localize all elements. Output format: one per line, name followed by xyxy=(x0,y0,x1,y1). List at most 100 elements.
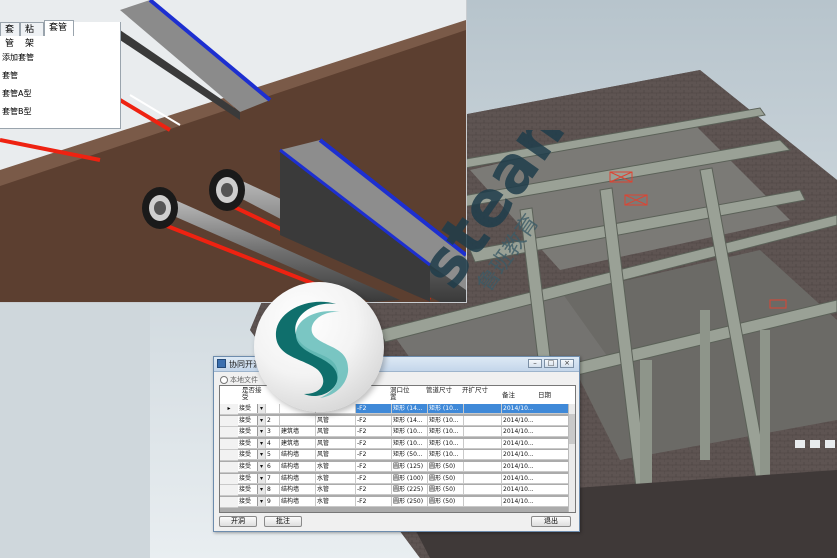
table-row[interactable]: 接受7结构墙水管-F2圆形 (100)圆形 (50) 2014/10... xyxy=(220,473,569,485)
table-row[interactable]: 接受4建筑墙风管-F2矩形 (10...矩形 (10...2014/10... xyxy=(220,438,569,450)
cell-size: 圆形 (250) xyxy=(392,496,428,507)
row-header[interactable] xyxy=(220,438,239,450)
palette-item-add-sleeve[interactable]: 添加套管 xyxy=(2,52,34,63)
steam-watermark: steam 鲁班教育 xyxy=(405,130,592,290)
cell-date: 2014/10... xyxy=(502,462,569,472)
cell-num: 9 xyxy=(266,496,280,507)
annotate-button[interactable]: 批注 xyxy=(264,516,302,527)
cell-pipe: 水管 xyxy=(316,496,356,507)
cell-pos: -F2 xyxy=(356,450,392,461)
cell-size: 圆形 (125) xyxy=(392,462,428,472)
row-header[interactable] xyxy=(220,415,239,427)
cell-status[interactable]: 接受 xyxy=(238,427,266,438)
maximize-icon[interactable]: □ xyxy=(544,359,558,368)
cell-status[interactable]: 接受 xyxy=(238,485,266,496)
cell-ext: 矩形 (10... xyxy=(428,415,464,426)
table-row[interactable]: 接受8结构墙水管-F2圆形 (225)圆形 (50) 2014/10... xyxy=(220,485,569,497)
cell-note xyxy=(464,404,502,414)
cell-type: 建筑墙 xyxy=(280,427,316,438)
table-row[interactable]: 接受9结构墙水管-F2圆形 (250)圆形 (50) 2014/10... xyxy=(220,496,569,508)
cell-type: 结构墙 xyxy=(280,473,316,484)
cell-size: 圆形 (225) xyxy=(392,485,428,496)
cell-ext: 矩形 (10... xyxy=(428,438,464,449)
row-header[interactable] xyxy=(220,450,239,462)
col-note: 备注 xyxy=(502,391,515,399)
exit-button[interactable]: 退出 xyxy=(531,516,571,527)
cell-size: 矩形 (50... xyxy=(392,450,428,461)
palette-item-sleeve[interactable]: 套管 xyxy=(2,70,18,81)
cell-num: 5 xyxy=(266,450,280,461)
row-header[interactable] xyxy=(220,473,239,485)
minimize-icon[interactable]: – xyxy=(528,359,542,368)
cell-status[interactable]: 接受 xyxy=(238,496,266,507)
col-date: 日期 xyxy=(538,391,551,399)
col-ext-size: 开扩尺寸 xyxy=(462,386,488,394)
palette-tab-sleeve[interactable]: 套管 xyxy=(44,20,74,36)
table-row[interactable]: 接受3建筑墙风管-F2矩形 (10...矩形 (10...2014/10... xyxy=(220,427,569,439)
cell-ext: 圆形 (50) xyxy=(428,462,464,472)
cell-note xyxy=(464,462,502,472)
cell-size: 矩形 (10... xyxy=(392,427,428,438)
cell-size: 矩形 (14... xyxy=(392,404,428,414)
close-icon[interactable]: × xyxy=(560,359,574,368)
row-header[interactable] xyxy=(220,485,239,497)
palette-item-sleeve-a[interactable]: 套管A型 xyxy=(2,88,31,99)
cell-note xyxy=(464,485,502,496)
row-header[interactable] xyxy=(220,496,239,508)
cell-status[interactable]: 接受 xyxy=(238,438,266,449)
cell-size: 圆形 (100) xyxy=(392,473,428,484)
cell-type: 结构墙 xyxy=(280,462,316,472)
cell-pipe: 风管 xyxy=(316,438,356,449)
cell-date: 2014/10... xyxy=(502,485,569,496)
cell-status[interactable]: 接受 xyxy=(238,415,266,426)
table-row[interactable]: 接受6结构墙水管-F2圆形 (125)圆形 (50) 2014/10... xyxy=(220,462,569,473)
scroll-thumb[interactable] xyxy=(569,414,575,444)
palette-tab-1[interactable]: 套管 xyxy=(0,22,20,49)
cell-pipe: 风管 xyxy=(316,427,356,438)
cell-type: 结构墙 xyxy=(280,496,316,507)
sleeve-tool-palette: 套管 粘架 套管 添加套管 套管 套管A型 套管B型 xyxy=(0,20,121,129)
cell-ext: 圆形 (50) xyxy=(428,473,464,484)
radio-icon xyxy=(220,376,228,384)
cell-status[interactable]: 接受 xyxy=(238,462,266,472)
col-position: 洞口位置 xyxy=(390,386,410,401)
cell-status[interactable]: 接受 xyxy=(238,473,266,484)
cell-note xyxy=(464,415,502,426)
cell-pos: -F2 xyxy=(356,485,392,496)
cell-type: 结构墙 xyxy=(280,485,316,496)
cell-date: 2014/10... xyxy=(502,496,569,507)
cell-note xyxy=(464,496,502,507)
cell-pipe: 水管 xyxy=(316,462,356,472)
cell-num: 2 xyxy=(266,415,280,426)
cell-ext: 矩形 (10... xyxy=(428,404,464,414)
scope-radio[interactable]: 本地文件 xyxy=(220,375,258,385)
app-icon xyxy=(217,359,226,368)
table-row[interactable]: 接受5结构墙风管-F2矩形 (50...矩形 (10... 2014/10... xyxy=(220,450,569,462)
brand-logo xyxy=(254,282,384,412)
cell-pipe: 风管 xyxy=(316,450,356,461)
cell-note xyxy=(464,450,502,461)
cell-ext: 圆形 (50) xyxy=(428,496,464,507)
cell-pos: -F2 xyxy=(356,415,392,426)
open-button[interactable]: 开洞 xyxy=(219,516,257,527)
palette-tab-2[interactable]: 粘架 xyxy=(20,22,44,49)
cell-num: 4 xyxy=(266,438,280,449)
palette-item-sleeve-b[interactable]: 套管B型 xyxy=(2,106,32,117)
cell-num: 7 xyxy=(266,473,280,484)
cell-num: 3 xyxy=(266,427,280,438)
cell-date: 2014/10... xyxy=(502,438,569,449)
cell-pipe: 水管 xyxy=(316,485,356,496)
cell-date: 2014/10... xyxy=(502,427,569,438)
cell-status[interactable]: 接受 xyxy=(238,450,266,461)
row-header[interactable] xyxy=(220,462,239,473)
cell-pos: -F2 xyxy=(356,496,392,507)
cell-note xyxy=(464,438,502,449)
table-row[interactable]: 接受2 风管-F2矩形 (14...矩形 (10... 2014/10... xyxy=(220,415,569,427)
row-header[interactable] xyxy=(220,427,239,439)
row-header[interactable]: ▸ xyxy=(220,404,239,415)
cell-type: 建筑墙 xyxy=(280,438,316,449)
cell-date: 2014/10... xyxy=(502,473,569,484)
cell-date: 2014/10... xyxy=(502,415,569,426)
cell-size: 矩形 (14... xyxy=(392,415,428,426)
table-scrollbar[interactable] xyxy=(568,404,575,512)
